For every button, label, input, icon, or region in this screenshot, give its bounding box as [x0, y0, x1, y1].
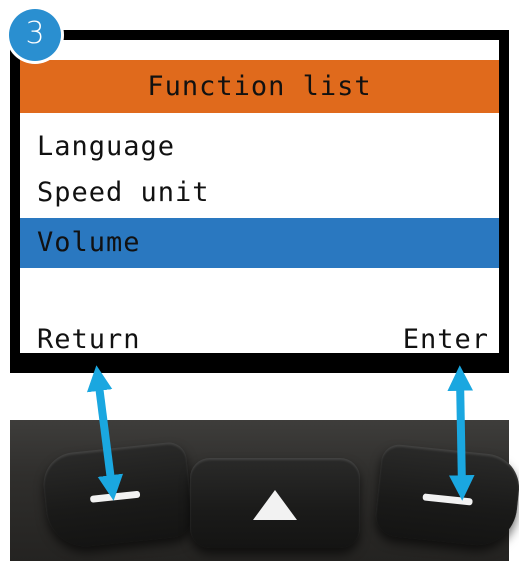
menu-item-speed-unit[interactable]: Speed unit: [20, 168, 499, 218]
up-key[interactable]: [190, 458, 360, 548]
up-triangle-icon: [253, 490, 297, 520]
softkey-return-label: Return: [37, 324, 141, 353]
dash-icon: [89, 490, 141, 503]
keypad: [10, 420, 519, 561]
menu-item-language[interactable]: Language: [20, 122, 499, 172]
softkey-enter-label: Enter: [402, 324, 489, 353]
screen-display: Function list Language Speed unit Volume…: [20, 40, 499, 353]
right-soft-key[interactable]: [373, 442, 519, 550]
lcd-screen: Function list Language Speed unit Volume…: [10, 30, 509, 373]
menu-item-volume[interactable]: Volume: [20, 218, 499, 268]
dash-icon: [422, 493, 473, 506]
screen-title: Function list: [20, 60, 499, 113]
left-soft-key[interactable]: [40, 440, 195, 551]
step-number-badge: 3: [9, 9, 61, 61]
